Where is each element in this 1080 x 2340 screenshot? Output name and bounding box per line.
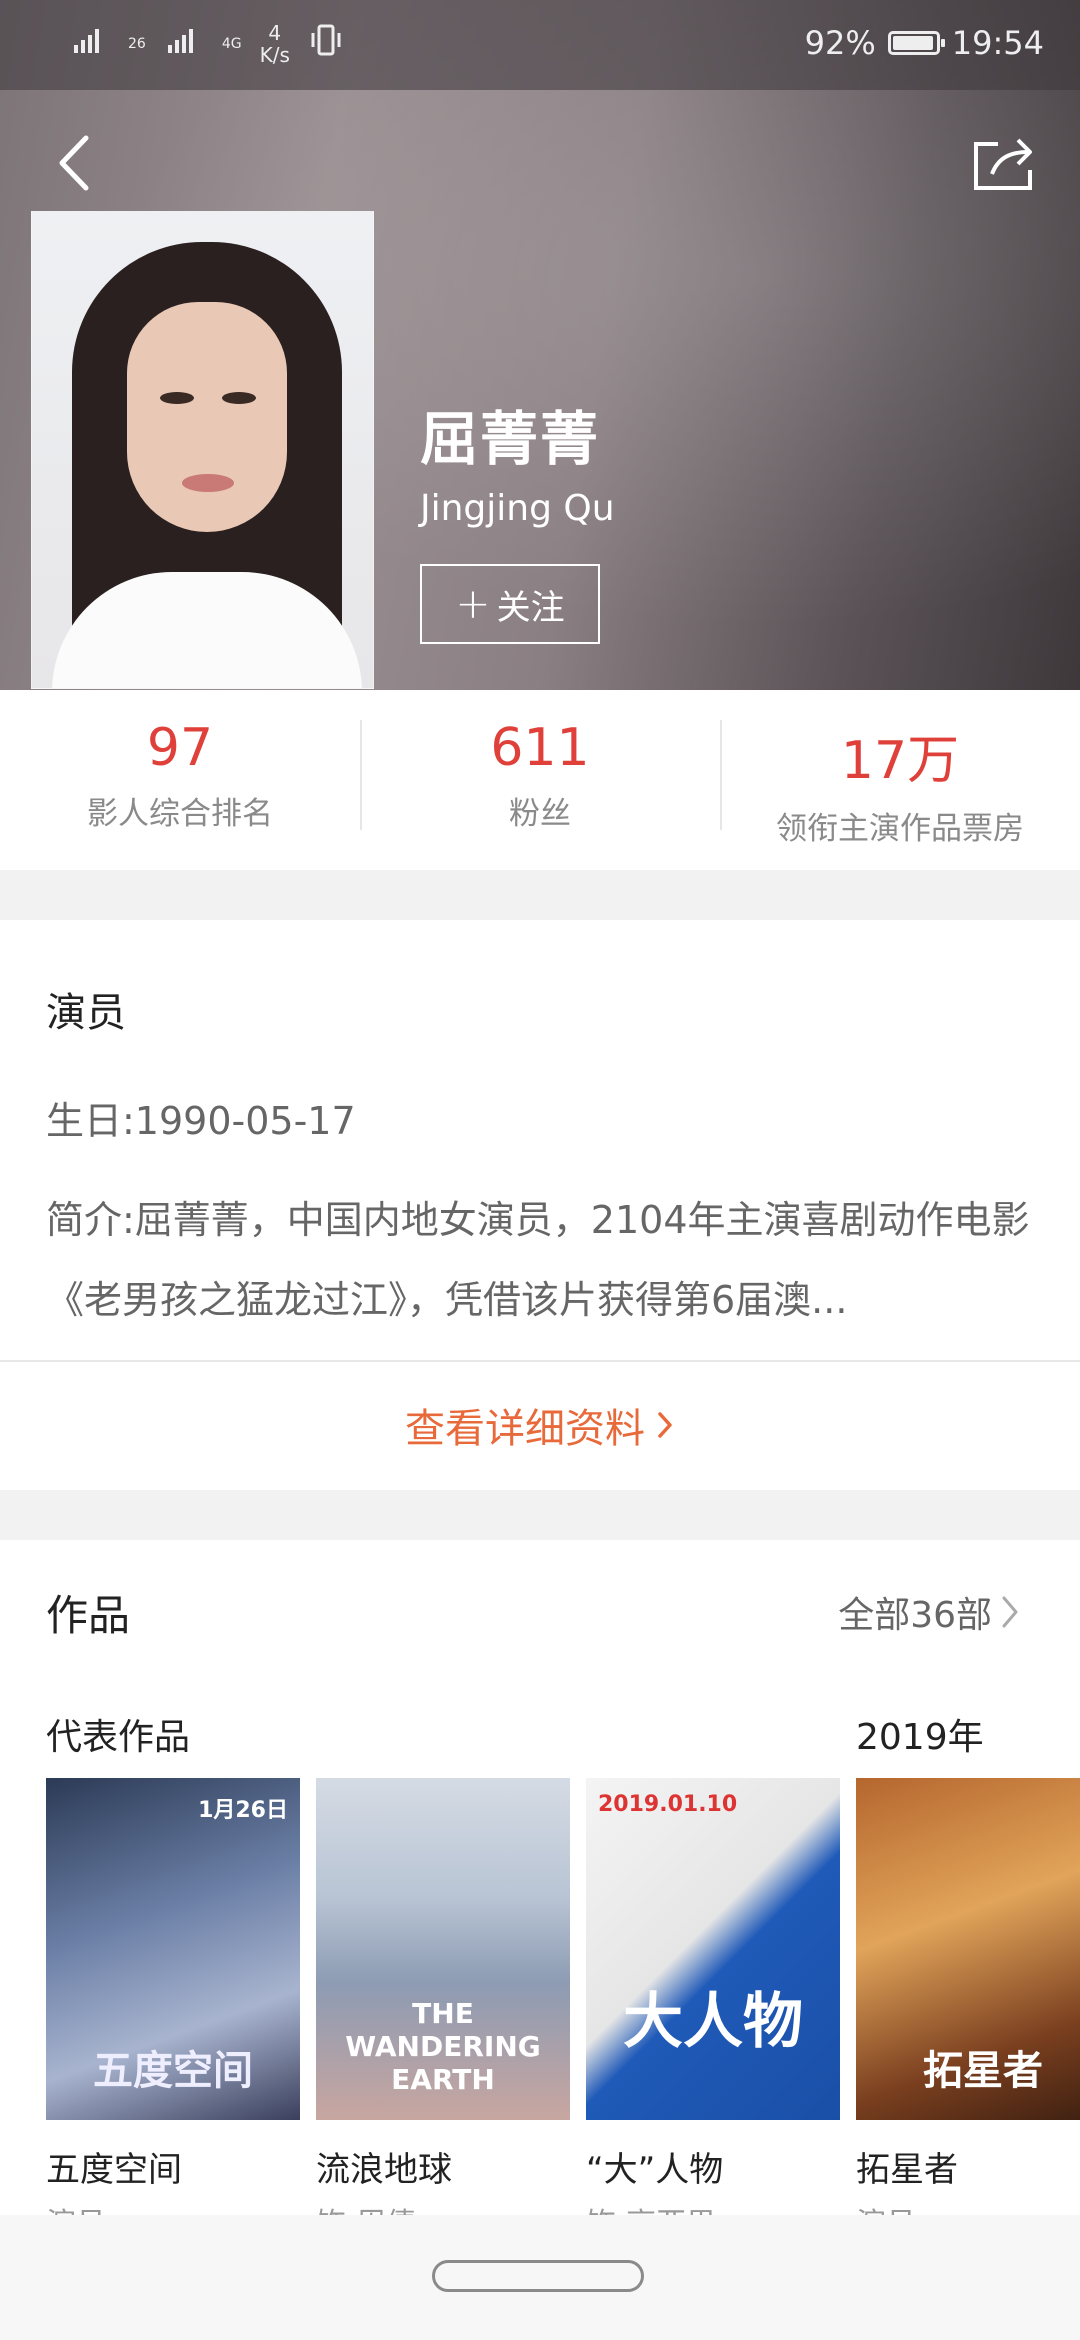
film-title: “大”人物: [586, 2150, 724, 2190]
actor-name: 屈菁菁: [420, 405, 601, 473]
status-bar: 26 4G 4 K/s 92% 19:54: [0, 0, 1080, 90]
poster-title: THE WANDERING EARTH: [345, 1997, 541, 2096]
plus-icon: +: [455, 579, 491, 628]
stat-label: 影人综合排名: [87, 796, 273, 832]
works-section: 作品 全部36部 代表作品 2019年 1月26日 五度空间 五度空间 演员 T…: [0, 1540, 1080, 2220]
actor-english-name: Jingjing Qu: [420, 488, 615, 529]
signal-label-1: 26: [128, 36, 146, 52]
home-indicator[interactable]: [432, 2260, 644, 2292]
works-title: 作品: [46, 1591, 131, 1640]
chevron-right-icon: [658, 1412, 672, 1438]
back-button[interactable]: [46, 128, 106, 198]
stats-bar: 97 影人综合排名 611 粉丝 17万 领衔主演作品票房: [0, 690, 1080, 870]
film-list: 1月26日 五度空间 五度空间 演员 THE WANDERING EARTH 流…: [46, 1778, 1080, 2220]
poster-date: 2019.01.10: [598, 1792, 738, 1817]
stat-value: 611: [490, 718, 590, 778]
film-card[interactable]: 1月26日 五度空间 五度空间 演员: [46, 1778, 300, 2220]
representative-works-label: 代表作品: [46, 1717, 191, 1758]
chevron-right-icon: [1002, 1596, 1018, 1628]
poster-title: 大人物: [623, 1987, 803, 2057]
all-works-link[interactable]: 全部36部: [838, 1586, 1020, 1638]
birthday: 生日:1990-05-17: [46, 1099, 356, 1143]
stat-box-office[interactable]: 17万 领衔主演作品票房: [720, 690, 1080, 870]
film-card[interactable]: 2019.01.10 大人物 “大”人物 饰:高亚男: [586, 1778, 840, 2220]
poster-title: 五度空间: [93, 2048, 253, 2094]
stat-fans[interactable]: 611 粉丝: [360, 690, 720, 870]
follow-button[interactable]: + 关注: [420, 564, 600, 644]
share-icon: [974, 138, 1032, 190]
view-details-label: 查看详细资料: [405, 1406, 645, 1452]
stat-value: 97: [146, 718, 214, 778]
film-poster: 2019.01.10 大人物: [586, 1778, 840, 2120]
film-poster: 拓星者: [856, 1778, 1080, 2120]
stat-ranking[interactable]: 97 影人综合排名: [0, 690, 360, 870]
battery-percent: 92%: [804, 24, 876, 62]
profile-header: 26 4G 4 K/s 92% 19:54 屈菁菁 Jingjing Qu + …: [0, 0, 1080, 690]
speed-value: 4: [268, 21, 282, 45]
occupation: 演员: [46, 990, 126, 1036]
signal-icon-2: [164, 25, 204, 63]
film-title: 拓星者: [856, 2150, 958, 2190]
stat-value: 17万: [840, 731, 960, 791]
clock: 19:54: [951, 24, 1044, 62]
all-works-label: 全部36部: [838, 1595, 992, 1636]
film-poster: 1月26日 五度空间: [46, 1778, 300, 2120]
film-title: 流浪地球: [316, 2150, 452, 2190]
vibrate-icon: [308, 23, 344, 65]
stat-label: 领衔主演作品票房: [776, 811, 1024, 847]
stat-label: 粉丝: [509, 796, 571, 832]
share-button[interactable]: [968, 130, 1040, 200]
year-label: 2019年: [856, 1717, 984, 1758]
speed-unit: K/s: [259, 43, 290, 67]
chevron-left-icon: [59, 135, 89, 191]
poster-date: 1月26日: [198, 1798, 288, 1823]
navigation-bar: [0, 2215, 1080, 2340]
film-poster: THE WANDERING EARTH: [316, 1778, 570, 2120]
avatar: [31, 211, 374, 689]
bio-text: 简介:屈菁菁，中国内地女演员，2104年主演喜剧动作电影《老男孩之猛龙过江》，凭…: [46, 1198, 1030, 1322]
signal-label-2: 4G: [221, 36, 242, 52]
film-card[interactable]: THE WANDERING EARTH 流浪地球 饰:周倩: [316, 1778, 570, 2220]
film-title: 五度空间: [46, 2150, 182, 2190]
follow-label: 关注: [496, 587, 565, 628]
poster-title: 拓星者: [923, 2048, 1043, 2094]
profile-section: 演员 生日:1990-05-17 简介:屈菁菁，中国内地女演员，2104年主演喜…: [0, 920, 1080, 1490]
battery-icon: [887, 31, 945, 55]
signal-icon: [70, 25, 110, 63]
network-speed: 4 K/s: [260, 22, 290, 66]
film-card[interactable]: 拓星者 拓星者 演员: [856, 1778, 1080, 2220]
view-details-link[interactable]: 查看详细资料: [0, 1360, 1080, 1490]
